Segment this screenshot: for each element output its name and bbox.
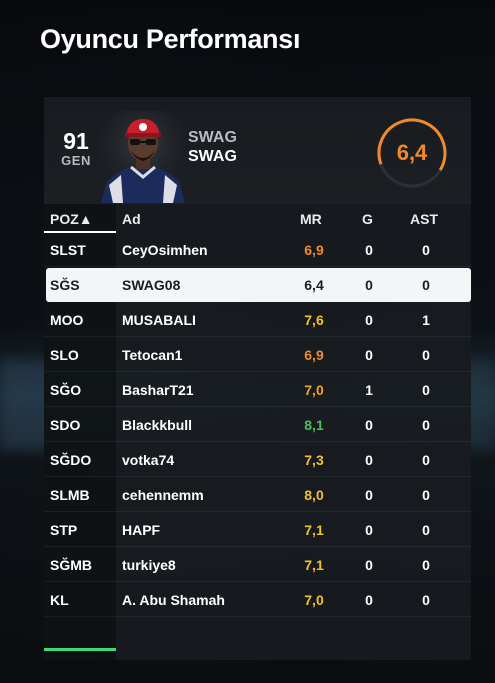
- row-assists: 0: [422, 277, 430, 293]
- row-goals: 0: [365, 312, 373, 328]
- column-header-ad[interactable]: Ad: [122, 211, 141, 227]
- row-position: SDO: [50, 417, 81, 433]
- row-match-rating: 6,4: [304, 277, 324, 293]
- row-goals: 0: [365, 277, 373, 293]
- column-header-mr[interactable]: MR: [300, 211, 322, 227]
- row-match-rating: 6,9: [304, 242, 324, 258]
- row-position: SĞMB: [50, 557, 92, 573]
- row-player-name: SWAG08: [122, 277, 181, 293]
- match-rating-ring: 6,4: [376, 117, 448, 189]
- table-row[interactable]: SĞO BasharT21 7,0 1 0: [44, 373, 471, 407]
- row-player-name: CeyOsimhen: [122, 242, 208, 258]
- table-row[interactable]: MOO MUSABALI 7,6 0 1: [44, 303, 471, 337]
- row-goals: 0: [365, 347, 373, 363]
- row-position: SLST: [50, 242, 86, 258]
- match-rating-value: 6,4: [396, 140, 428, 165]
- row-assists: 0: [422, 522, 430, 538]
- row-position: MOO: [50, 312, 84, 328]
- row-match-rating: 7,1: [304, 557, 324, 573]
- table-row[interactable]: SLST CeyOsimhen 6,9 0 0: [44, 233, 471, 267]
- performance-panel: 91 GEN SWAG SWAG 6,4 POZ▲ Ad MR G AST SL…: [44, 97, 471, 660]
- row-assists: 0: [422, 557, 430, 573]
- row-match-rating: 8,0: [304, 487, 324, 503]
- row-assists: 0: [422, 382, 430, 398]
- table-row[interactable]: SLMB cehennemm 8,0 0 0: [44, 478, 471, 512]
- column-header-g[interactable]: G: [362, 211, 373, 227]
- row-goals: 1: [365, 382, 373, 398]
- table-row[interactable]: SĞMB turkiye8 7,1 0 0: [44, 548, 471, 582]
- row-match-rating: 6,9: [304, 347, 324, 363]
- row-assists: 1: [422, 312, 430, 328]
- table-row[interactable]: SĞS SWAG08 6,4 0 0: [46, 268, 471, 302]
- table-header: POZ▲ Ad MR G AST: [44, 204, 471, 233]
- row-goals: 0: [365, 522, 373, 538]
- row-position: SLMB: [50, 487, 90, 503]
- player-first-name: SWAG: [188, 129, 237, 146]
- row-position: SĞS: [50, 277, 80, 293]
- player-avatar-icon: [99, 111, 187, 203]
- row-position: STP: [50, 522, 78, 538]
- focus-underline: [44, 648, 116, 651]
- row-goals: 0: [365, 242, 373, 258]
- row-assists: 0: [422, 487, 430, 503]
- row-position: SĞDO: [50, 452, 92, 468]
- row-goals: 0: [365, 452, 373, 468]
- table-row[interactable]: KL A. Abu Shamah 7,0 0 0: [44, 583, 471, 617]
- column-header-poz[interactable]: POZ▲: [50, 211, 93, 227]
- row-player-name: turkiye8: [122, 557, 176, 573]
- row-player-name: MUSABALI: [122, 312, 196, 328]
- row-match-rating: 7,0: [304, 382, 324, 398]
- row-goals: 0: [365, 592, 373, 608]
- row-player-name: cehennemm: [122, 487, 204, 503]
- row-assists: 0: [422, 592, 430, 608]
- gen-block: 91 GEN: [58, 129, 94, 168]
- table-row[interactable]: SLO Tetocan1 6,9 0 0: [44, 338, 471, 372]
- row-player-name: Tetocan1: [122, 347, 183, 363]
- row-position: SLO: [50, 347, 79, 363]
- row-goals: 0: [365, 417, 373, 433]
- table-row[interactable]: SĞDO votka74 7,3 0 0: [44, 443, 471, 477]
- table-row[interactable]: STP HAPF 7,1 0 0: [44, 513, 471, 547]
- row-match-rating: 7,6: [304, 312, 324, 328]
- player-header: 91 GEN SWAG SWAG 6,4: [44, 97, 471, 204]
- row-player-name: votka74: [122, 452, 175, 468]
- row-match-rating: 7,3: [304, 452, 324, 468]
- row-assists: 0: [422, 417, 430, 433]
- row-goals: 0: [365, 557, 373, 573]
- row-player-name: A. Abu Shamah: [122, 592, 225, 608]
- page-title: Oyuncu Performansı: [40, 24, 301, 54]
- row-assists: 0: [422, 242, 430, 258]
- row-position: SĞO: [50, 382, 82, 398]
- row-position: KL: [50, 592, 69, 608]
- row-match-rating: 7,0: [304, 592, 324, 608]
- row-match-rating: 8,1: [304, 417, 324, 433]
- row-player-name: BasharT21: [122, 382, 194, 398]
- row-goals: 0: [365, 487, 373, 503]
- row-player-name: HAPF: [122, 522, 161, 538]
- row-player-name: Blackkbull: [122, 417, 193, 433]
- row-assists: 0: [422, 452, 430, 468]
- row-assists: 0: [422, 347, 430, 363]
- player-last-name: SWAG: [188, 148, 237, 165]
- gen-label: GEN: [61, 153, 91, 168]
- player-name: SWAG SWAG: [188, 128, 237, 166]
- column-header-ast[interactable]: AST: [410, 211, 438, 227]
- gen-value: 91: [63, 128, 89, 154]
- table-row[interactable]: SDO Blackkbull 8,1 0 0: [44, 408, 471, 442]
- row-match-rating: 7,1: [304, 522, 324, 538]
